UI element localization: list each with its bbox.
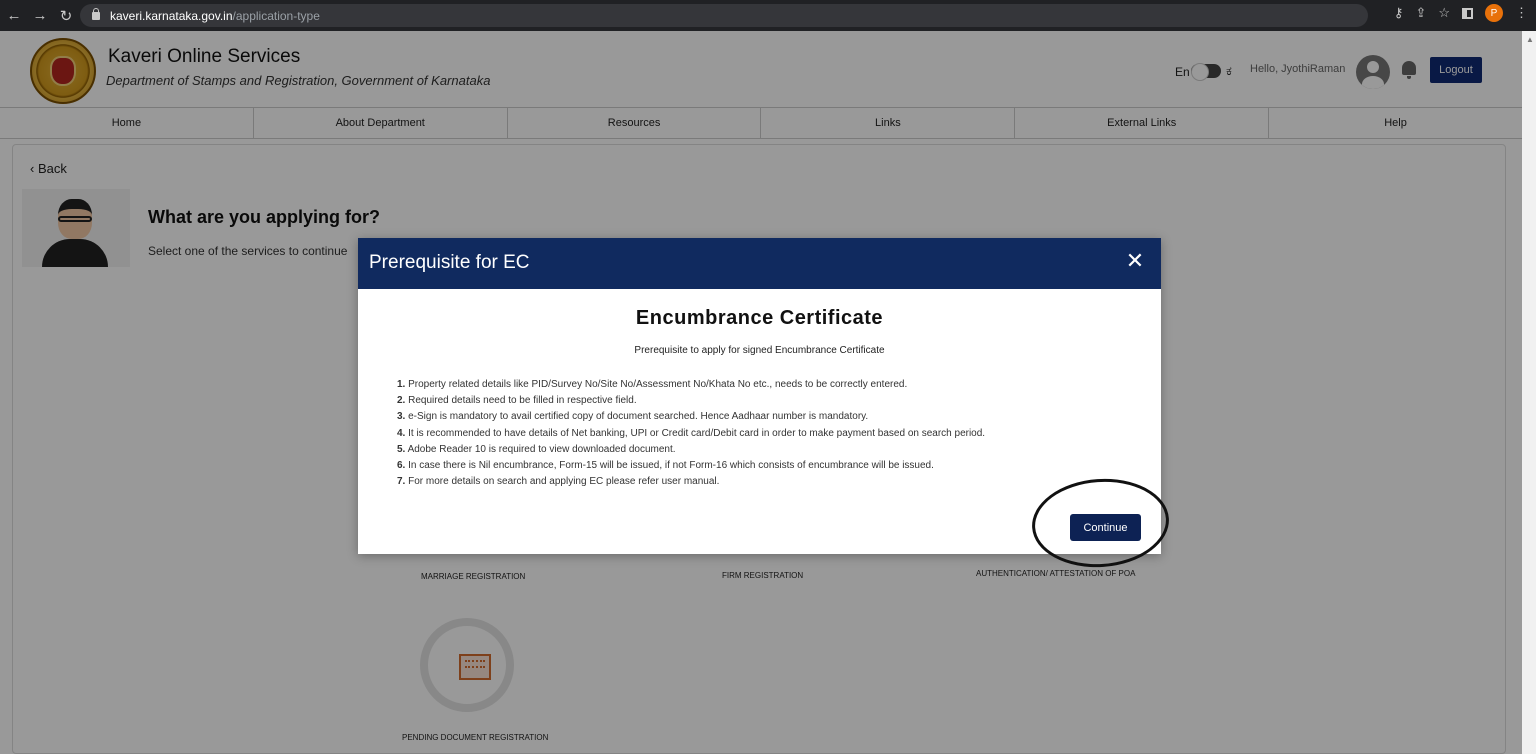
key-icon[interactable]: ⚷ [1394, 5, 1404, 21]
modal-heading: Encumbrance Certificate [635, 307, 884, 329]
list-item-text: It is recommended to have details of Net… [405, 427, 986, 439]
side-panel-icon[interactable] [1462, 7, 1473, 19]
browser-actions: ⚷ ⇪ ☆ P ⋮ [1394, 4, 1528, 22]
list-item-text: Adobe Reader 10 is required to view down… [405, 443, 676, 455]
address-bar[interactable]: kaveri.karnataka.gov.in/application-type [80, 4, 1368, 27]
list-item: 1. Property related details like PID/Sur… [397, 377, 1137, 393]
close-icon[interactable]: ✕ [1122, 248, 1148, 274]
url-path: /application-type [232, 8, 320, 23]
list-item-text: For more details on search and applying … [405, 476, 720, 488]
prerequisite-list: 1. Property related details like PID/Sur… [397, 377, 1137, 490]
back-arrow-icon[interactable]: ← [2, 4, 26, 28]
list-item: 5. Adobe Reader 10 is required to view d… [397, 442, 1137, 458]
list-item-text: Property related details like PID/Survey… [405, 379, 908, 390]
list-item: 2. Required details need to be filled in… [397, 393, 1137, 409]
modal-header: Prerequisite for EC ✕ [358, 238, 1161, 289]
list-item-text: e-Sign is mandatory to avail certified c… [405, 411, 869, 423]
list-item-text: In case there is Nil encumbrance, Form-1… [405, 460, 934, 472]
share-icon[interactable]: ⇪ [1415, 5, 1426, 21]
list-item: 6. In case there is Nil encumbrance, For… [397, 458, 1137, 474]
list-item-text: Required details need to be filled in re… [405, 395, 637, 407]
modal-subheading: Prerequisite to apply for signed Encumbr… [634, 345, 885, 356]
browser-toolbar: ← → ↻ kaveri.karnataka.gov.in/applicatio… [0, 0, 1536, 31]
forward-arrow-icon[interactable]: → [28, 4, 52, 28]
list-item: 3. e-Sign is mandatory to avail certifie… [397, 409, 1137, 425]
profile-avatar[interactable]: P [1485, 4, 1503, 22]
lock-icon [92, 7, 100, 20]
more-menu-icon[interactable]: ⋮ [1515, 5, 1528, 21]
scroll-up-icon[interactable]: ▲ [1526, 35, 1534, 44]
star-icon[interactable]: ☆ [1438, 5, 1450, 21]
list-item: 7. For more details on search and applyi… [397, 474, 1137, 490]
scrollbar[interactable]: ▲ [1522, 31, 1536, 754]
modal-title: Prerequisite for EC [369, 252, 530, 273]
list-item: 4. It is recommended to have details of … [397, 426, 1137, 442]
reload-icon[interactable]: ↻ [54, 4, 78, 28]
url-host: kaveri.karnataka.gov.in [110, 8, 233, 23]
